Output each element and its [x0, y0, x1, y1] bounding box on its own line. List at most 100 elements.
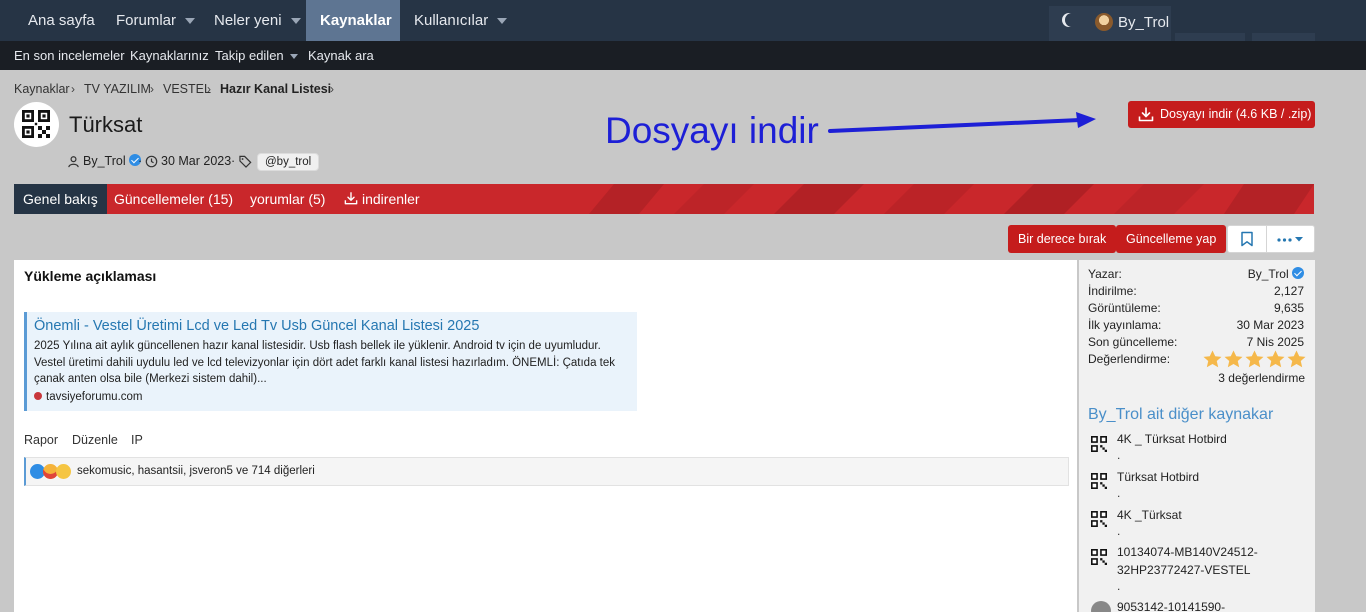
breadcrumb-item[interactable]: Kaynaklar: [14, 82, 70, 96]
site-favicon-icon: [34, 392, 42, 400]
breadcrumb-item-current[interactable]: Hazır Kanal Listesi: [220, 82, 331, 96]
haha-reaction-icon: [56, 464, 71, 479]
rating-stars: [1203, 350, 1308, 371]
info-label: Son güncelleme:: [1088, 335, 1178, 349]
resource-info-sidebar: Yazar: By_Trol İndirilme: 2,127 Görüntülem…: [1079, 260, 1315, 612]
edit-link[interactable]: Düzenle: [72, 433, 118, 447]
post-update-button[interactable]: Güncelleme yap: [1116, 225, 1227, 253]
nav-forums[interactable]: Forumlar: [102, 0, 209, 41]
nav-whats-new-label: Neler yeni: [214, 12, 282, 29]
gear-icon: [1091, 601, 1111, 612]
info-author-name: By_Trol: [1247, 267, 1289, 281]
chevron-right-icon: ›: [330, 82, 334, 96]
bookmark-icon[interactable]: [1240, 231, 1254, 247]
info-label: İndirilme:: [1088, 284, 1137, 298]
tag-chip[interactable]: @by_trol: [257, 153, 320, 171]
other-resource-link[interactable]: Türksat Hotbird: [1117, 469, 1307, 487]
dark-mode-toggle-icon[interactable]: [1065, 13, 1079, 27]
star-icon: [1287, 350, 1306, 368]
leave-rating-button[interactable]: Bir derece bırak: [1008, 225, 1117, 253]
info-label: Görüntüleme:: [1088, 301, 1161, 315]
star-icon: [1203, 350, 1222, 368]
subnav-latest-reviews[interactable]: En son incelemeler: [14, 41, 125, 70]
tab-overview[interactable]: Genel bakış: [14, 184, 107, 214]
star-icon: [1266, 350, 1285, 368]
nav-resources[interactable]: Kaynaklar: [306, 0, 400, 41]
link-preview[interactable]: Önemli - Vestel Üretimi Lcd ve Led Tv Us…: [24, 312, 637, 411]
info-value: 30 Mar 2023: [1236, 318, 1304, 332]
info-label: İlk yayınlama:: [1088, 318, 1162, 332]
info-value: 9,635: [1273, 301, 1304, 315]
other-resource-link[interactable]: 4K _ Türksat Hotbird: [1117, 431, 1307, 449]
info-label: Değerlendirme:: [1088, 352, 1171, 366]
other-resource-meta: .: [1117, 486, 1121, 500]
rating-count: 3 değerlendirme: [1218, 371, 1305, 385]
qr-code-icon: [1091, 549, 1107, 565]
qr-code-icon: [1091, 473, 1107, 489]
user-icon: [68, 156, 79, 168]
annotation-text: Dosyayı indir: [605, 110, 819, 151]
other-resource-link[interactable]: 4K _Türksat: [1117, 507, 1307, 525]
nav-resources-label: Kaynaklar: [320, 12, 392, 29]
divider: [1266, 226, 1267, 252]
link-preview-site-label: tavsiyeforumu.com: [46, 391, 143, 403]
tab-downloaders[interactable]: indirenler: [335, 184, 429, 214]
annotation-arrow-icon: [828, 112, 1096, 133]
info-value: 7 Nis 2025: [1246, 335, 1304, 349]
subnav-watched-label: Takip edilen: [215, 48, 284, 63]
breadcrumb-item[interactable]: TV YAZILIM: [84, 82, 151, 96]
breadcrumb-item[interactable]: VESTEL: [163, 82, 211, 96]
chevron-down-icon: [290, 18, 301, 25]
ip-link[interactable]: IP: [131, 433, 143, 447]
clock-icon: [145, 155, 158, 168]
other-resource-meta: .: [1117, 524, 1121, 538]
tabs-background-pattern: [589, 184, 1314, 214]
description-heading: Yükleme açıklaması: [24, 268, 157, 284]
reactions-summary[interactable]: sekomusic, hasantsii, jsveron5 ve 714 di…: [77, 465, 315, 477]
qr-code-icon: [22, 110, 50, 138]
more-options-icon[interactable]: [1276, 235, 1306, 243]
other-resource-link[interactable]: 10134074-MB140V24512-32HP23772427-VESTEL: [1117, 544, 1307, 579]
author-link[interactable]: By_Trol: [83, 154, 142, 168]
other-resource-meta: .: [1117, 579, 1121, 593]
download-icon: [1138, 107, 1154, 122]
qr-code-icon: [1091, 436, 1107, 452]
chevron-down-icon: [497, 18, 508, 25]
nav-whats-new[interactable]: Neler yeni: [200, 0, 315, 41]
chevron-down-icon: [185, 18, 196, 25]
subnav-watched[interactable]: Takip edilen: [215, 41, 298, 70]
top-navigation: Ana sayfa Forumlar Neler yeni Kaynaklar …: [0, 0, 1366, 41]
resource-tabs: Genel bakış Güncellemeler (15) yorumlar …: [14, 184, 1314, 214]
info-label: Yazar:: [1088, 267, 1122, 281]
qr-code-icon: [1091, 511, 1107, 527]
info-author-value[interactable]: By_Trol: [1248, 267, 1304, 281]
reactions-bar[interactable]: sekomusic, hasantsii, jsveron5 ve 714 di…: [24, 457, 1069, 486]
link-preview-title[interactable]: Önemli - Vestel Üretimi Lcd ve Led Tv Us…: [34, 318, 479, 334]
other-resource-meta: .: [1117, 448, 1121, 462]
subnav-your-resources[interactable]: Kaynaklarınız: [130, 41, 209, 70]
other-resources-heading[interactable]: By_Trol ait diğer kaynakar: [1088, 406, 1273, 424]
chevron-right-icon: ›: [71, 82, 75, 96]
action-button-group: [1227, 225, 1315, 253]
nav-placeholder: [1175, 33, 1245, 41]
sub-navigation: En son incelemeler Kaynaklarınız Takip e…: [0, 41, 1366, 70]
download-button[interactable]: Dosyayı indir (4.6 KB / .zip): [1128, 101, 1315, 128]
info-value: 2,127: [1273, 284, 1304, 298]
tab-reviews[interactable]: yorumlar (5): [241, 184, 334, 214]
nav-members[interactable]: Kullanıcılar: [400, 0, 521, 41]
chevron-down-icon: [289, 54, 298, 60]
avatar[interactable]: [1095, 13, 1113, 31]
star-icon: [1245, 350, 1264, 368]
publish-date[interactable]: 30 Mar 2023: [161, 154, 231, 168]
verified-badge-icon: [1292, 267, 1304, 279]
user-menu[interactable]: By_Trol: [1118, 0, 1169, 46]
download-icon: [344, 192, 358, 205]
report-link[interactable]: Rapor: [24, 433, 58, 447]
nav-home[interactable]: Ana sayfa: [14, 0, 109, 41]
tab-updates[interactable]: Güncellemeler (15): [105, 184, 242, 214]
subnav-search-resources[interactable]: Kaynak ara: [308, 41, 374, 70]
separator: ·: [138, 154, 143, 168]
download-button-label: Dosyayı indir (4.6 KB / .zip): [1160, 107, 1312, 121]
star-icon: [1224, 350, 1243, 368]
other-resource-link[interactable]: 9053142-10141590-: [1117, 599, 1307, 612]
